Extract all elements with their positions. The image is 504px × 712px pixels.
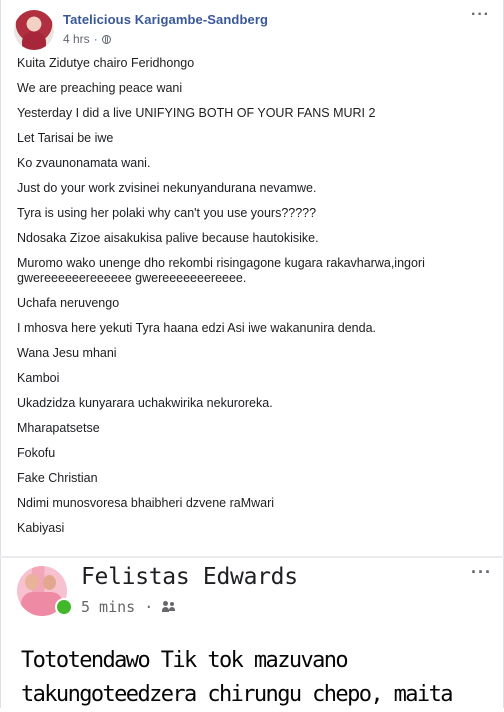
post-line: Mharapatsetse (17, 421, 100, 435)
post-timestamp[interactable]: 5 mins (81, 598, 135, 616)
author-name[interactable]: Felistas Edwards (81, 564, 298, 590)
post-line: I mhosva here yekuti Tyra haana edzi Asi… (17, 321, 377, 335)
post-line: Muromo wako unenge dho rekombi risingago… (17, 256, 425, 285)
post-text: Kuita Zidutye chairo Feridhongo We are p… (17, 56, 487, 546)
post-line: Wana Jesu mhani (17, 346, 117, 360)
post-line: Kabiyasi (17, 521, 65, 535)
author-name[interactable]: Tatelicious Karigambe-Sandberg (63, 12, 268, 27)
post-line: Ukadzidza kunyarara uchakwirika nekurore… (17, 396, 273, 410)
friends-icon[interactable] (162, 601, 178, 613)
post-line: Kuita Zidutye chairo Feridhongo (17, 56, 195, 70)
post-line: Uchafa neruvengo (17, 296, 120, 310)
post-timestamp[interactable]: 4 hrs (63, 32, 90, 46)
post-card-2: Felistas Edwards 5 mins · ··· Tototendaw… (0, 558, 504, 708)
globe-icon[interactable] (101, 35, 111, 44)
post-line: Kamboi (17, 371, 60, 385)
more-options-button[interactable]: ··· (471, 562, 492, 583)
post-meta: 4 hrs · (63, 32, 111, 46)
post-line: Yesterday I did a live UNIFYING BOTH OF … (17, 106, 376, 120)
post-line: Ndimi munosvoresa bhaibheri dzvene raMwa… (17, 496, 275, 510)
post-card-1: Tatelicious Karigambe-Sandberg 4 hrs · ··… (0, 0, 504, 556)
post-line: Fokofu (17, 446, 56, 460)
post-line: Tototendawo Tik tok mazuvano (21, 648, 349, 673)
meta-separator: · (144, 598, 154, 616)
post-line: Ko zvaunonamata wani. (17, 156, 151, 170)
post-line: takungoteedzera chirungu chepo, maita (21, 682, 453, 707)
post-line: Ndosaka Zizoe aisakukisa palive because … (17, 231, 319, 245)
post-line: Fake Christian (17, 471, 98, 485)
post-line: We are preaching peace wani (17, 81, 183, 95)
author-avatar[interactable] (14, 10, 54, 50)
post-text: Tototendawo Tik tok mazuvano takungoteed… (21, 644, 491, 712)
post-line: Let Tarisai be iwe (17, 131, 114, 145)
avatar-face (43, 575, 56, 590)
post-line: Just do your work zvisinei nekunyanduran… (17, 181, 317, 195)
avatar-figure (22, 32, 46, 50)
more-options-button[interactable]: ··· (471, 6, 490, 24)
post-line: Tyra is using her polaki why can't you u… (17, 206, 317, 220)
meta-separator: · (93, 32, 98, 46)
post-meta: 5 mins · (81, 598, 178, 616)
avatar-face (25, 574, 39, 590)
online-status-dot (55, 598, 73, 616)
